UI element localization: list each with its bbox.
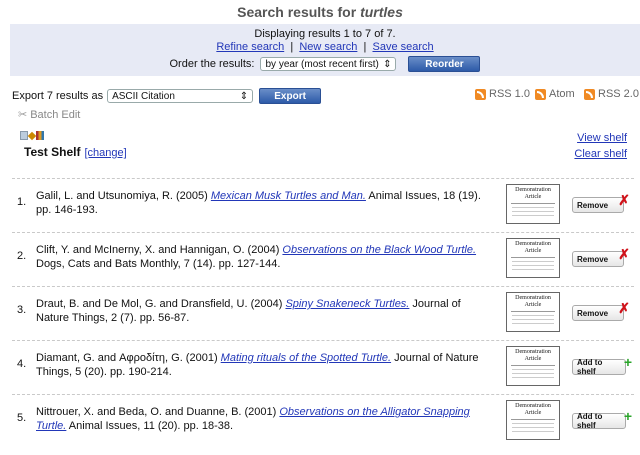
result-authors: Diamant, G. and Αφροδίτη, G. (2001) <box>36 352 221 364</box>
article-thumbnail[interactable]: Demonstration Article <box>506 238 560 278</box>
atom-label: Atom <box>549 88 575 100</box>
result-number: 1. <box>17 196 27 208</box>
thumbnail-text: Demonstration Article <box>515 403 551 416</box>
save-search-link[interactable]: Save search <box>372 41 433 53</box>
article-thumbnail[interactable]: Demonstration Article <box>506 346 560 386</box>
export-format-value: ASCII Citation <box>112 90 175 102</box>
result-authors: Clift, Y. and McInerny, X. and Hannigan,… <box>36 244 283 256</box>
result-number: 2. <box>17 250 27 262</box>
change-shelf-link[interactable]: [change] <box>84 147 126 159</box>
result-citation: Diamant, G. and Αφροδίτη, G. (2001) Mati… <box>36 351 496 379</box>
result-number: 5. <box>17 412 27 424</box>
rss-icon <box>584 88 595 100</box>
rss2-feed-link[interactable]: RSS 2.0 <box>584 88 639 100</box>
green-plus-icon: + <box>623 408 632 424</box>
remove-button[interactable]: Remove ✗ <box>572 192 630 213</box>
result-row: 2. Clift, Y. and McInerny, X. and Hanniga… <box>12 232 634 287</box>
action-label: Add to shelf <box>577 412 603 430</box>
results-summary-panel: Displaying results 1 to 7 of 7. Refine s… <box>10 24 640 76</box>
red-x-icon: ✗ <box>618 192 630 208</box>
result-row: 4. Diamant, G. and Αφροδίτη, G. (2001) Ma… <box>12 340 634 395</box>
batch-edit-label: Batch Edit <box>30 108 81 121</box>
result-title-link[interactable]: Mating rituals of the Spotted Turtle. <box>221 352 391 364</box>
rss1-feed-link[interactable]: RSS 1.0 <box>475 88 530 100</box>
new-search-link[interactable]: New search <box>299 41 357 53</box>
result-title-link[interactable]: Spiny Snakeneck Turtles. <box>285 298 409 310</box>
view-shelf-link[interactable]: View shelf <box>577 132 627 144</box>
reorder-button[interactable]: Reorder <box>408 56 481 72</box>
add-to-shelf-button[interactable]: Add to shelf + <box>572 408 632 430</box>
export-format-select[interactable]: ASCII Citation ⇕ <box>107 89 254 103</box>
rss2-label: RSS 2.0 <box>598 88 639 100</box>
page-title: Search results for turtles <box>0 4 640 20</box>
result-number: 4. <box>17 358 27 370</box>
result-authors: Nittrouer, X. and Beda, O. and Duanne, B… <box>36 406 280 418</box>
result-source: Dogs, Cats and Bats Monthly, 7 (14). pp.… <box>36 258 281 270</box>
red-x-icon: ✗ <box>618 300 630 316</box>
result-citation: Galil, L. and Utsunomiya, R. (2005) Mexi… <box>36 189 496 217</box>
remove-button[interactable]: Remove ✗ <box>572 300 630 321</box>
result-citation: Draut, B. and De Mol, G. and Dransfield,… <box>36 297 496 325</box>
article-thumbnail[interactable]: Demonstration Article <box>506 184 560 224</box>
shelf-links: View shelf Clear shelf <box>574 130 627 162</box>
wrench-icon: ✂ <box>18 109 28 121</box>
result-title-link[interactable]: Mexican Musk Turtles and Man. <box>211 190 366 202</box>
export-label: Export 7 results as <box>12 90 104 102</box>
search-links: Refine search | New search | Save search <box>216 41 434 53</box>
select-arrows-icon: ⇕ <box>383 58 392 70</box>
result-citation: Nittrouer, X. and Beda, O. and Duanne, B… <box>36 405 496 433</box>
title-prefix: Search results for <box>237 4 361 20</box>
displaying-text: Displaying results 1 to 7 of 7. <box>254 28 396 40</box>
result-authors: Galil, L. and Utsunomiya, R. (2005) <box>36 190 211 202</box>
books-icon <box>36 131 44 140</box>
action-label: Remove <box>577 200 609 210</box>
result-row: 1. Galil, L. and Utsunomiya, R. (2005) Me… <box>12 178 634 233</box>
action-label: Remove <box>577 308 609 318</box>
order-select[interactable]: by year (most recent first) ⇕ <box>260 57 397 71</box>
red-x-icon: ✗ <box>618 246 630 262</box>
result-authors: Draut, B. and De Mol, G. and Dransfield,… <box>36 298 286 310</box>
refine-search-link[interactable]: Refine search <box>216 41 284 53</box>
action-label: Add to shelf <box>577 358 603 376</box>
export-button[interactable]: Export <box>259 88 322 104</box>
atom-feed-link[interactable]: Atom <box>535 88 575 100</box>
select-arrows-icon: ⇕ <box>239 90 249 102</box>
shelf-title: Test Shelf [change] <box>24 145 127 159</box>
article-thumbnail[interactable]: Demonstration Article <box>506 292 560 332</box>
shelf-name: Test Shelf <box>24 145 81 159</box>
order-row: Order the results: by year (most recent … <box>10 56 640 72</box>
result-title-link[interactable]: Observations on the Black Wood Turtle. <box>282 244 476 256</box>
result-source: Animal Issues, 11 (20). pp. 18-38. <box>66 420 234 432</box>
thumbnail-text: Demonstration Article <box>515 295 551 308</box>
batch-edit-link[interactable]: ✂ Batch Edit <box>18 108 81 122</box>
diamond-icon <box>27 131 37 141</box>
result-citation: Clift, Y. and McInerny, X. and Hannigan,… <box>36 243 496 271</box>
order-select-value: by year (most recent first) <box>265 58 379 70</box>
result-row: 3. Draut, B. and De Mol, G. and Dransfiel… <box>12 286 634 341</box>
green-plus-icon: + <box>623 354 632 370</box>
result-row: 5. Nittrouer, X. and Beda, O. and Duanne,… <box>12 394 634 449</box>
article-thumbnail[interactable]: Demonstration Article <box>506 400 560 440</box>
remove-button[interactable]: Remove ✗ <box>572 246 630 267</box>
rss-icon <box>535 88 546 100</box>
thumbnail-text: Demonstration Article <box>515 187 551 200</box>
add-to-shelf-button[interactable]: Add to shelf + <box>572 354 632 376</box>
order-label: Order the results: <box>169 58 255 70</box>
clear-shelf-link[interactable]: Clear shelf <box>574 148 627 160</box>
rss1-label: RSS 1.0 <box>489 88 530 100</box>
thumbnail-text: Demonstration Article <box>515 349 551 362</box>
search-query: turtles <box>360 4 403 20</box>
result-number: 3. <box>17 304 27 316</box>
thumbnail-text: Demonstration Article <box>515 241 551 254</box>
action-label: Remove <box>577 254 609 264</box>
rss-icon <box>475 88 486 100</box>
shelf-icons <box>20 131 44 141</box>
